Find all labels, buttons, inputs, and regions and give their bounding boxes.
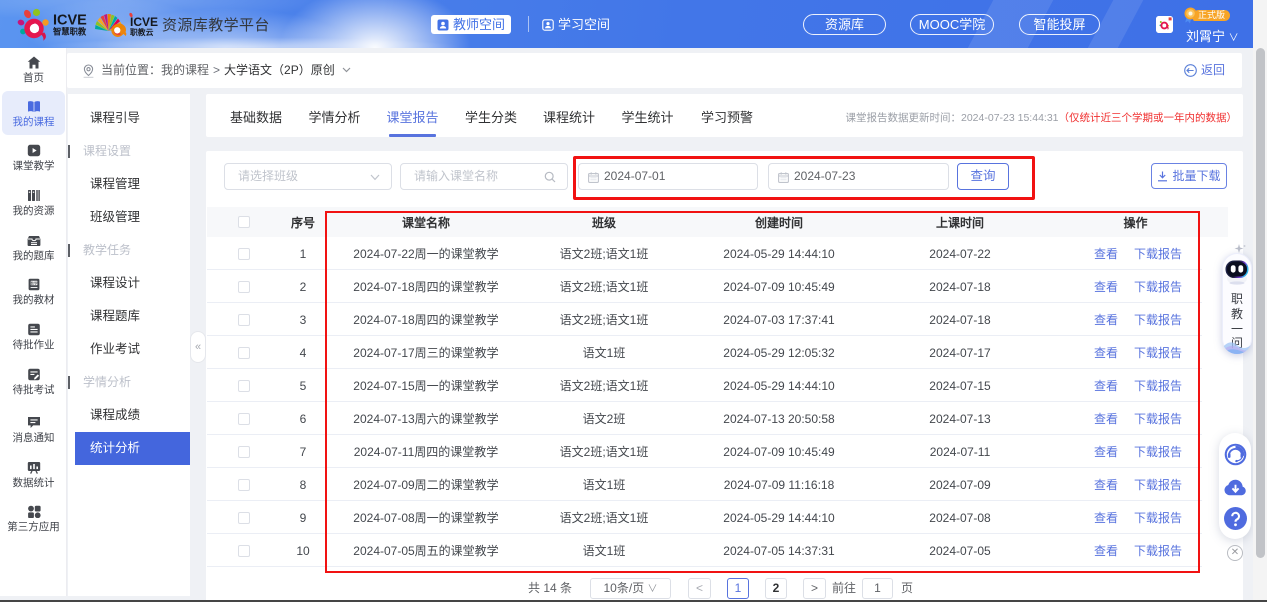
svg-text:ICVE: ICVE: [130, 15, 158, 29]
svg-text:职教云: 职教云: [130, 27, 154, 37]
svg-text:智慧职教: 智慧职教: [53, 27, 87, 37]
svg-text:数学: 数学: [30, 280, 38, 285]
